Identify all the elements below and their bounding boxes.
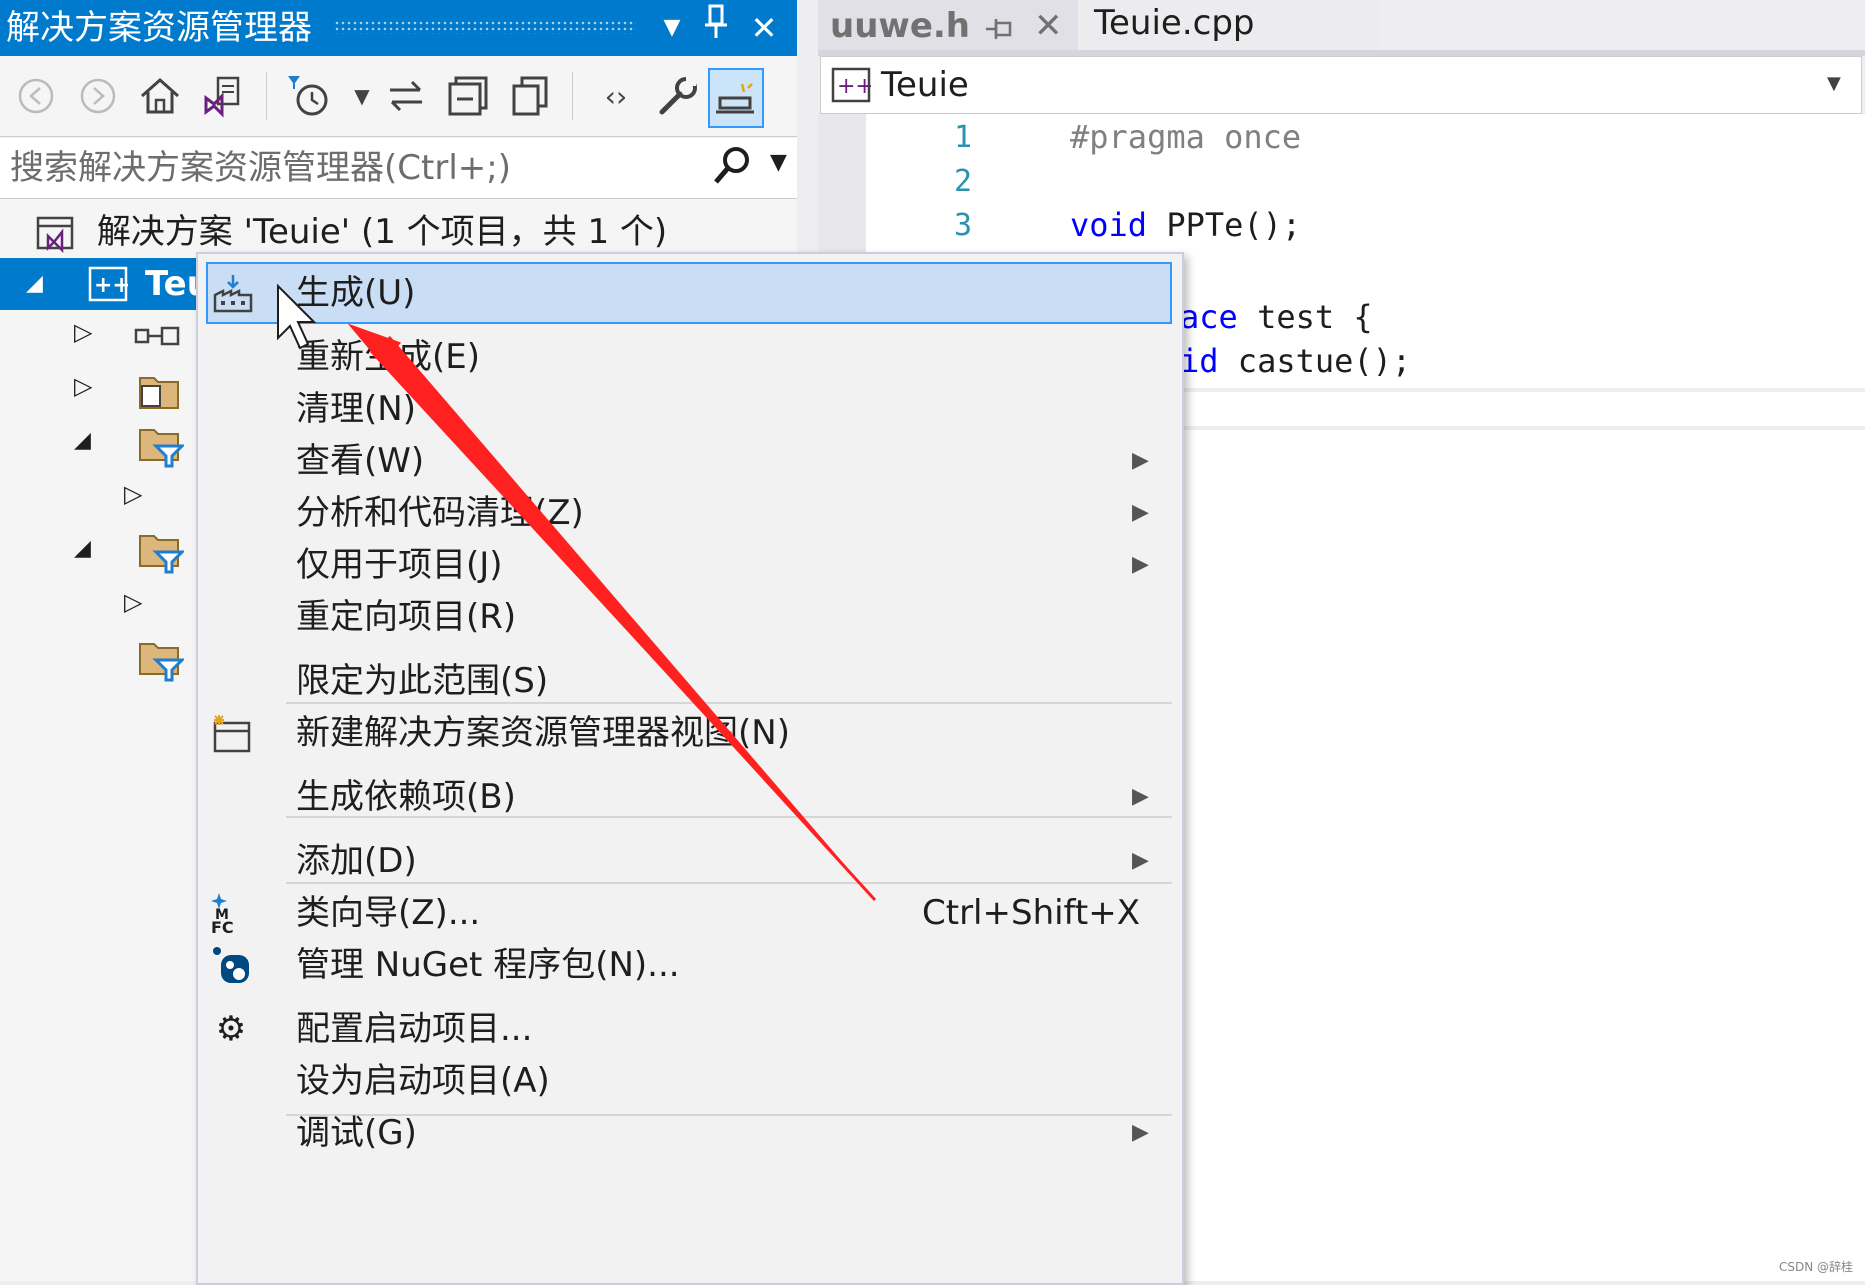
- cpp-project-icon: ++: [88, 266, 131, 306]
- menu-item-debug[interactable]: 调试(G) ▶: [198, 1102, 1182, 1164]
- watermark: CSDN @辞桂: [1778, 1260, 1853, 1274]
- switch-views-icon[interactable]: [196, 68, 248, 124]
- submenu-arrow-icon: ▶: [1132, 1120, 1149, 1145]
- filter-folder-icon: [138, 530, 186, 578]
- chevron-down-icon[interactable]: ▼: [1827, 73, 1841, 94]
- expanded-arrow-icon[interactable]: ◢: [74, 536, 91, 561]
- build-icon: [210, 270, 256, 316]
- back-icon[interactable]: [10, 68, 62, 124]
- tree-item-solution[interactable]: 解决方案 'Teuie' (1 个项目，共 1 个): [34, 206, 667, 258]
- close-tab-icon[interactable]: ✕: [1034, 2, 1063, 50]
- code-line: #pragma once: [1070, 118, 1302, 156]
- tab-teuie-cpp[interactable]: Teuie.cpp: [1080, 0, 1380, 52]
- menu-item-new-view[interactable]: 新建解决方案资源管理器视图(N): [198, 702, 1182, 764]
- solution-icon: [34, 214, 74, 254]
- references-icon: [134, 322, 182, 354]
- nav-project-label: Teuie: [881, 65, 969, 105]
- tab-label: Teuie.cpp: [1094, 3, 1255, 43]
- menu-item-build[interactable]: 生成(U): [206, 262, 1172, 324]
- menu-item-label: 调试(G): [296, 1113, 417, 1153]
- menu-item-manage-nuget[interactable]: 管理 NuGet 程序包(N)...: [198, 934, 1182, 996]
- menu-item-label: 生成(U): [296, 273, 416, 313]
- sync-icon[interactable]: [380, 68, 432, 124]
- menu-item-retarget[interactable]: 重定向项目(R): [198, 586, 1182, 648]
- nuget-icon: [208, 942, 254, 988]
- editor-tab-strip: uuwe.h ✕ Teuie.cpp: [818, 0, 1865, 52]
- titlebar-grip[interactable]: [334, 20, 636, 34]
- solution-label: 解决方案 'Teuie' (1 个项目，共 1 个): [96, 212, 668, 252]
- close-icon[interactable]: ✕: [744, 4, 784, 52]
- collapsed-arrow-icon[interactable]: ▷: [74, 318, 92, 346]
- menu-item-label: 新建解决方案资源管理器视图(N): [296, 713, 790, 753]
- expanded-arrow-icon[interactable]: ◢: [26, 258, 43, 310]
- search-options-dropdown-icon[interactable]: ▼: [770, 150, 787, 175]
- navigation-bar[interactable]: ++ Teuie ▼: [820, 56, 1862, 114]
- collapsed-arrow-icon[interactable]: ▷: [124, 480, 142, 508]
- menu-item-label: 管理 NuGet 程序包(N)...: [296, 945, 680, 985]
- solution-search-box[interactable]: 搜索解决方案资源管理器(Ctrl+;) ▼: [0, 138, 797, 199]
- svg-text:FC: FC: [211, 918, 234, 935]
- pin-icon[interactable]: [696, 4, 736, 52]
- show-all-files-icon[interactable]: [504, 68, 556, 124]
- submenu-arrow-icon: ▶: [1132, 784, 1149, 809]
- properties-icon[interactable]: [652, 68, 704, 124]
- window-position-dropdown-icon[interactable]: ▼: [652, 4, 692, 52]
- forward-icon[interactable]: [72, 68, 124, 124]
- menu-item-build-dependencies[interactable]: 生成依赖项(B) ▶: [198, 766, 1182, 828]
- filter-folder-icon: [138, 424, 186, 472]
- tab-label: uuwe.h: [830, 6, 971, 46]
- context-menu: 生成(U) 重新生成(E) 清理(N) 查看(W) ▶ 分析和代码清理(Z) ▶…: [196, 252, 1184, 1285]
- svg-text:++: ++: [837, 74, 871, 99]
- pending-changes-filter-icon[interactable]: [284, 68, 336, 124]
- menu-item-label: 重定向项目(R): [296, 597, 517, 637]
- solution-explorer-toolbar: ▼ ‹›: [0, 56, 797, 137]
- toolbar-separator: [572, 72, 573, 120]
- class-wizard-icon: M FC: [208, 890, 254, 936]
- gear-icon: ⚙: [215, 1009, 247, 1049]
- line-number: 3: [953, 208, 972, 243]
- menu-item-label: 生成依赖项(B): [296, 777, 516, 817]
- search-icon[interactable]: [712, 144, 752, 197]
- collapse-all-icon[interactable]: [442, 68, 494, 124]
- collapsed-arrow-icon[interactable]: ▷: [74, 372, 92, 400]
- pin-icon[interactable]: [984, 12, 1014, 52]
- editor-divider: [1180, 426, 1865, 430]
- home-icon[interactable]: [134, 68, 186, 124]
- svg-text:++: ++: [94, 273, 128, 298]
- line-number: 1: [953, 120, 972, 155]
- solution-explorer-titlebar: 解决方案资源管理器 ▼ ✕: [0, 0, 797, 56]
- view-code-icon[interactable]: ‹›: [590, 68, 642, 124]
- collapsed-arrow-icon[interactable]: ▷: [124, 588, 142, 616]
- tab-uuwe-h[interactable]: uuwe.h ✕: [818, 0, 1078, 52]
- code-line: void PPTe();: [1070, 206, 1302, 244]
- filter-folder-icon: [138, 638, 186, 686]
- expanded-arrow-icon[interactable]: ◢: [74, 428, 91, 453]
- code-line: ace test {: [1180, 298, 1373, 336]
- toolbar-separator: [266, 72, 267, 120]
- new-view-icon: [208, 710, 254, 756]
- cpp-project-icon: ++: [831, 67, 874, 107]
- search-input[interactable]: 搜索解决方案资源管理器(Ctrl+;): [10, 146, 511, 190]
- panel-title: 解决方案资源管理器: [6, 8, 312, 48]
- line-number: 2: [953, 164, 972, 199]
- preview-selected-icon[interactable]: [708, 68, 764, 128]
- editor-divider: [1180, 388, 1865, 392]
- code-line: id castue();: [1180, 342, 1412, 380]
- external-dependencies-icon: [138, 372, 182, 416]
